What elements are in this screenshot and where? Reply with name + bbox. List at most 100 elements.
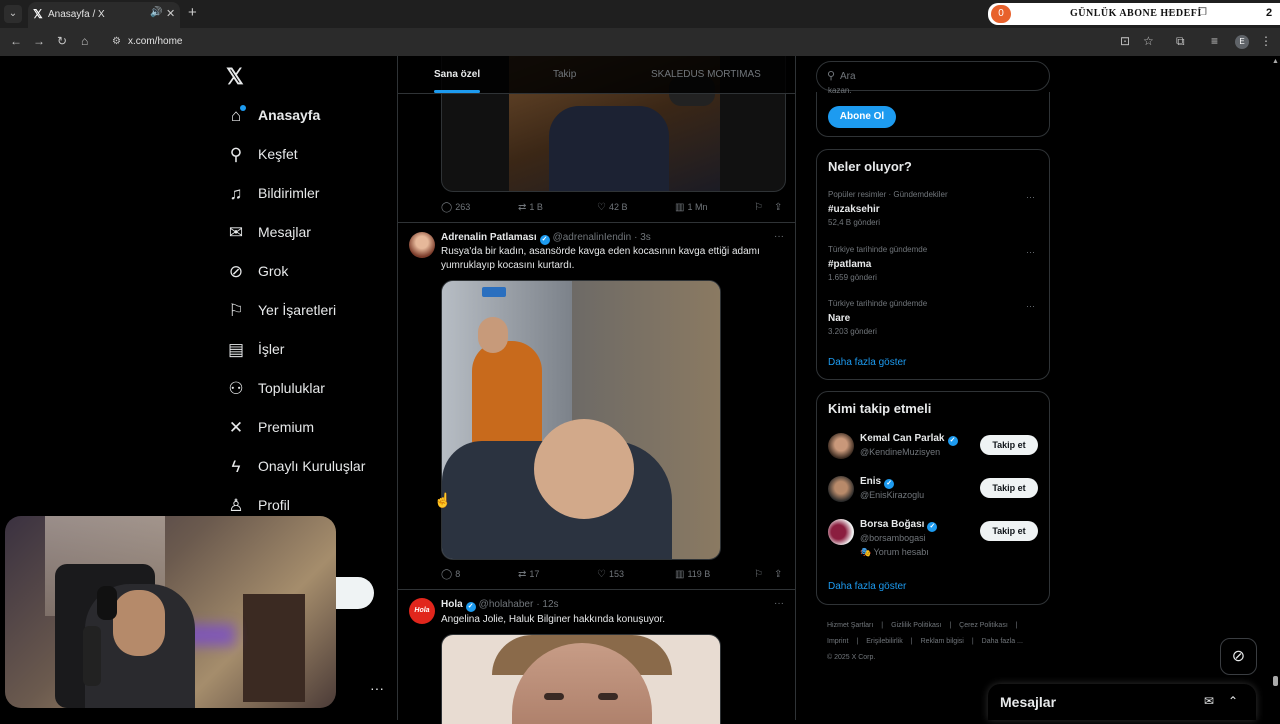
like-button[interactable]: ♡ 153 — [597, 569, 624, 580]
home-button-icon[interactable]: ⌂ — [81, 34, 88, 48]
nav-item-explore[interactable]: ⚲ Keşfet — [226, 141, 396, 171]
avatar[interactable] — [409, 232, 435, 258]
extensions-icon[interactable]: ⧉ — [1176, 34, 1185, 49]
follow-suggestion[interactable]: Enis ✓ @EnisKirazoglu Takip et — [828, 476, 1040, 516]
minimize-icon[interactable]: ─ — [1168, 7, 1175, 18]
messages-drawer-title: Mesajlar — [1000, 694, 1057, 710]
repost-button[interactable]: ⇄ 1 B — [518, 202, 543, 213]
search-icon: ⚲ — [827, 70, 836, 82]
follow-button[interactable]: Takip et — [980, 521, 1038, 541]
home-timeline: Sana özel Takip SKALEDUS MORTIMAS ◯ 263 ⇄… — [397, 56, 796, 724]
bookmark-star-icon[interactable]: ☆ — [1143, 34, 1154, 48]
trend-item[interactable]: Türkiye tarihinde gündemde #patlama 1.65… — [828, 245, 1038, 289]
address-bar[interactable]: x.com/home — [128, 36, 182, 47]
trend-more-icon[interactable]: ··· — [1026, 301, 1035, 311]
expand-drawer-icon[interactable]: ⌃ — [1228, 694, 1238, 708]
nav-item-bookmarks[interactable]: ⚐ Yer İşaretleri — [226, 297, 396, 327]
footer-link[interactable]: Gizlilik Politikası — [891, 622, 941, 629]
messages-drawer[interactable]: Mesajlar ✉ ⌃ — [988, 684, 1256, 720]
footer-link[interactable]: Çerez Politikası — [959, 622, 1008, 629]
nav-item-grok[interactable]: ⊘ Grok — [226, 258, 396, 288]
grok-floating-button[interactable]: ⊘ — [1220, 638, 1257, 675]
nav-label: Keşfet — [258, 146, 298, 162]
trends-show-more[interactable]: Daha fazla göster — [828, 357, 906, 368]
who-to-follow-title: Kimi takip etmeli — [828, 401, 932, 416]
mouse-cursor-icon: ☝ — [434, 492, 452, 508]
new-message-icon[interactable]: ✉ — [1204, 694, 1214, 708]
trend-more-icon[interactable]: ··· — [1026, 192, 1035, 202]
follow-suggestion[interactable]: Borsa Boğası ✓ @borsambogasi 🎭 Yorum hesa… — [828, 519, 1040, 565]
nav-item-notifications[interactable]: ♫ Bildirimler — [226, 180, 396, 210]
bookmark-icon: ⚐ — [754, 202, 763, 213]
reply-button[interactable]: ◯ 263 — [441, 202, 470, 213]
tweet-author[interactable]: Adrenalin Patlaması ✓ @adrenalinIendin · 3s — [441, 232, 651, 245]
subscribe-button[interactable]: Abone Ol — [828, 106, 896, 128]
nav-item-verified-orgs[interactable]: ϟ Onaylı Kuruluşlar — [226, 453, 396, 483]
bookmark-button[interactable]: ⚐ — [754, 569, 766, 580]
bookmark-button[interactable]: ⚐ — [754, 202, 766, 213]
menu-dots-icon[interactable]: ⋮ — [1260, 34, 1272, 48]
tab-search-dropdown[interactable]: ⌄ — [4, 5, 22, 23]
reload-icon[interactable]: ↻ — [57, 34, 67, 48]
views-button[interactable]: ▥ 119 B — [675, 569, 710, 580]
tab-for-you[interactable]: Sana özel — [434, 69, 480, 80]
nav-item-communities[interactable]: ⚇ Topluluklar — [226, 375, 396, 405]
nav-item-messages[interactable]: ✉ Mesajlar — [226, 219, 396, 249]
nav-item-jobs[interactable]: ▤ İşler — [226, 336, 396, 366]
media-control-icon[interactable]: ≡ — [1211, 34, 1218, 48]
footer-link[interactable]: Imprint — [827, 638, 848, 645]
trend-item[interactable]: Türkiye tarihinde gündemde Nare 3.203 gö… — [828, 299, 1038, 343]
footer-link[interactable]: Erişilebilirlik — [866, 638, 903, 645]
scrollbar[interactable] — [1270, 56, 1280, 720]
site-info-icon[interactable]: ⚙ — [112, 36, 121, 47]
people-icon: ⚇ — [228, 379, 244, 398]
repost-button[interactable]: ⇄ 17 — [518, 569, 539, 580]
follow-show-more[interactable]: Daha fazla göster — [828, 581, 906, 592]
tweet-divider — [398, 222, 795, 223]
like-button[interactable]: ♡ 42 B — [597, 202, 627, 213]
tab-list[interactable]: SKALEDUS MORTIMAS — [651, 69, 761, 80]
tweet-more-icon[interactable]: ··· — [774, 231, 784, 242]
follow-button[interactable]: Takip et — [980, 435, 1038, 455]
trend-more-icon[interactable]: ··· — [1026, 247, 1035, 257]
premium-card-text: kazan. — [828, 86, 852, 95]
footer-link[interactable]: Reklam bilgisi — [921, 638, 964, 645]
account-more-icon[interactable]: ··· — [370, 680, 384, 696]
tab-close-icon[interactable]: ✕ — [166, 7, 175, 20]
scroll-up-arrow-icon[interactable]: ▲ — [1272, 58, 1279, 65]
scrollbar-thumb[interactable] — [1273, 676, 1278, 686]
follow-suggestion[interactable]: Kemal Can Parlak ✓ @KendineMuzisyen Takip… — [828, 433, 1040, 473]
restore-icon[interactable]: ❐ — [1198, 7, 1207, 18]
nav-item-home[interactable]: ⌂ Anasayfa — [226, 102, 396, 132]
audio-playing-icon[interactable]: 🔊 — [150, 7, 162, 18]
views-button[interactable]: ▥ 1 Mn — [675, 202, 707, 213]
tweet-author[interactable]: Hola ✓ @holahaber · 12s — [441, 599, 559, 612]
install-app-icon[interactable]: ⊡ — [1120, 34, 1130, 48]
trend-item[interactable]: Popüler resimler · Gündemdekiler #uzakse… — [828, 190, 1038, 234]
trend-name: Nare — [828, 313, 851, 324]
video-man-head — [534, 419, 634, 519]
footer-sep: | — [910, 638, 913, 645]
tweet-media[interactable] — [441, 280, 721, 560]
suggestion-name-text: Enis — [860, 476, 882, 487]
avatar[interactable]: Hola — [409, 598, 435, 624]
nav-item-premium[interactable]: ✕ Premium — [226, 414, 396, 444]
forward-arrow-icon[interactable]: → — [33, 34, 45, 48]
tweet-media[interactable] — [441, 634, 721, 724]
footer-link[interactable]: Daha fazla ... — [982, 638, 1023, 645]
footer-link[interactable]: Hizmet Şartları — [827, 622, 873, 629]
follow-button[interactable]: Takip et — [980, 478, 1038, 498]
lightning-icon: ϟ — [231, 457, 241, 476]
tab-following[interactable]: Takip — [553, 69, 576, 80]
suggestion-name-text: Borsa Boğası — [860, 519, 925, 530]
back-arrow-icon[interactable]: ← — [10, 34, 22, 48]
reply-button[interactable]: ◯ 8 — [441, 569, 460, 580]
new-tab-button[interactable]: + — [188, 4, 197, 21]
browser-tab-strip: ⌄ 𝕏 Anasayfa / X 🔊 ✕ + 0 GÜNLÜK ABONE HE… — [0, 0, 1280, 28]
profile-avatar[interactable]: E — [1235, 35, 1249, 49]
x-logo-icon[interactable]: 𝕏 — [226, 64, 244, 90]
browser-tab[interactable]: 𝕏 Anasayfa / X 🔊 ✕ — [28, 2, 180, 28]
share-button[interactable]: ⇪ — [774, 569, 785, 580]
share-button[interactable]: ⇪ — [774, 202, 785, 213]
tweet-more-icon[interactable]: ··· — [774, 598, 784, 609]
